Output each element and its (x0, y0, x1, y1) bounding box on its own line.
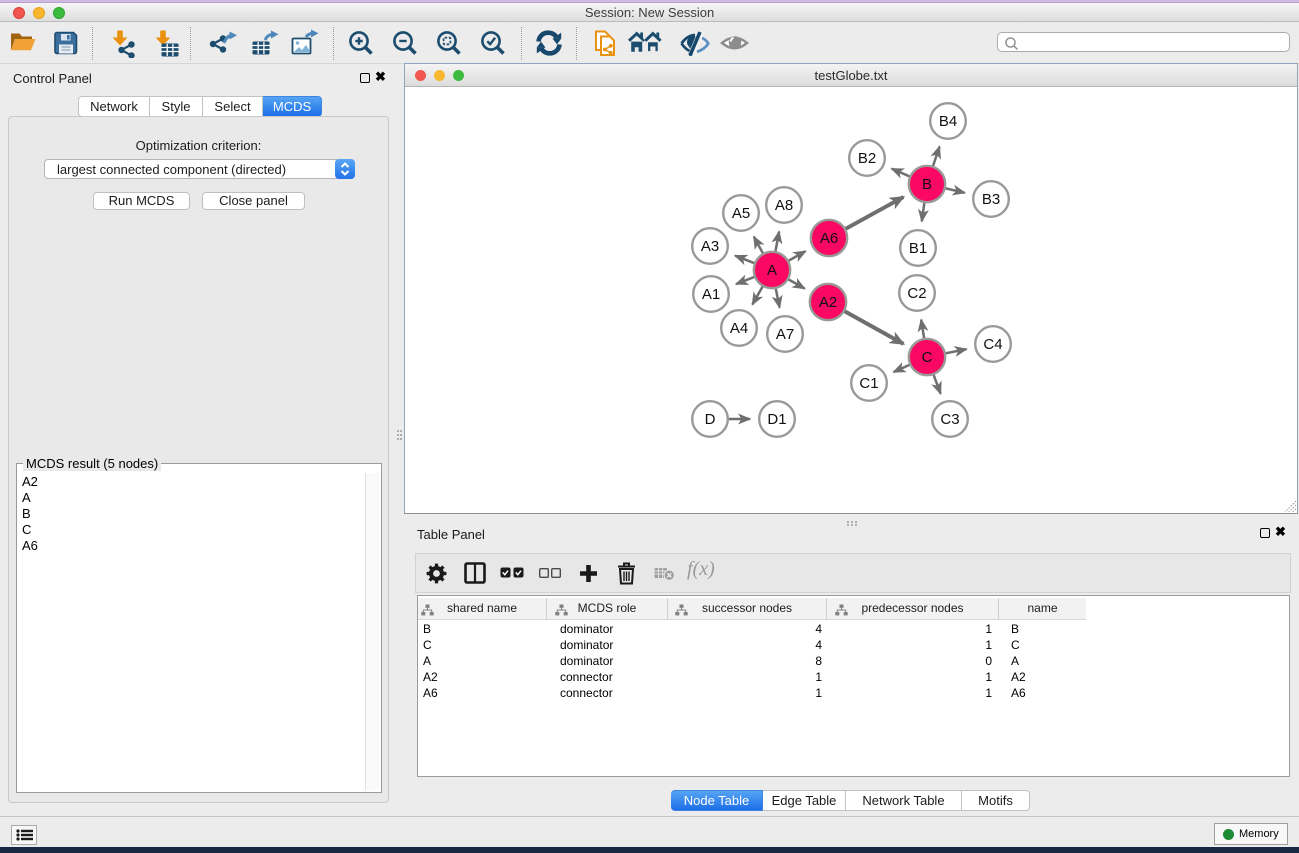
svg-text:A5: A5 (732, 205, 750, 222)
svg-text:A3: A3 (701, 238, 719, 255)
svg-text:B2: B2 (858, 150, 876, 167)
svg-text:A8: A8 (775, 197, 793, 214)
svg-text:C: C (922, 349, 933, 366)
svg-text:A4: A4 (730, 320, 748, 337)
svg-text:D1: D1 (767, 411, 786, 428)
svg-text:A1: A1 (702, 286, 720, 303)
svg-text:A7: A7 (776, 326, 794, 343)
svg-text:C1: C1 (859, 375, 878, 392)
svg-text:C4: C4 (983, 336, 1002, 353)
svg-text:D: D (705, 411, 716, 428)
svg-text:C2: C2 (907, 285, 926, 302)
svg-text:A: A (767, 262, 777, 279)
svg-text:B: B (922, 176, 932, 193)
svg-text:B4: B4 (939, 113, 957, 130)
svg-text:A6: A6 (820, 230, 838, 247)
svg-text:B3: B3 (982, 191, 1000, 208)
svg-text:C3: C3 (940, 411, 959, 428)
svg-text:B1: B1 (909, 240, 927, 257)
svg-text:A2: A2 (819, 294, 837, 311)
